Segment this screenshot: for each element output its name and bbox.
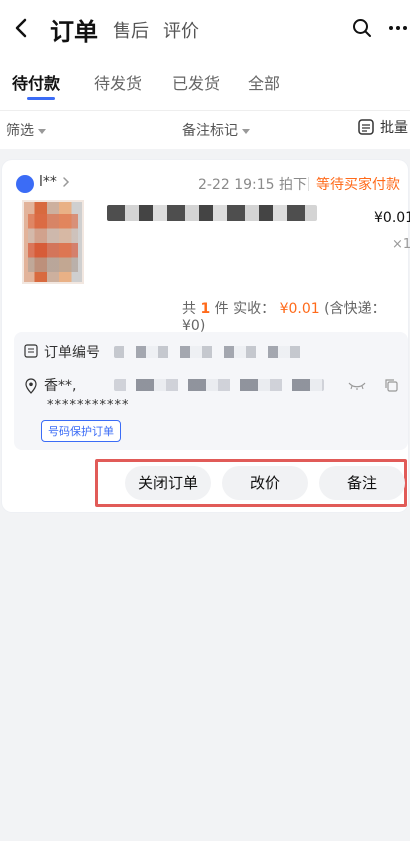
change-price-button[interactable]: 改价 — [222, 466, 308, 500]
product-price: ¥0.01 — [374, 210, 410, 226]
tab-pending-payment[interactable]: 待付款 — [12, 70, 60, 94]
active-tab-underline — [27, 97, 55, 100]
summary-mid: 件 实收： — [214, 301, 276, 317]
order-summary: 共 1 件 实收： ¥0.01 (含快递：¥0) — [182, 298, 408, 334]
copy-icon[interactable] — [384, 378, 398, 392]
filter-dropdown[interactable]: 筛选 — [6, 120, 46, 140]
page-title: 订单 — [50, 18, 98, 46]
tab-all[interactable]: 全部 — [248, 70, 280, 94]
filter-label: 筛选 — [6, 123, 34, 139]
order-number-label: 订单编号 — [44, 345, 100, 361]
tab-pending-shipment[interactable]: 待发货 — [94, 70, 142, 94]
masked-phone: *********** — [47, 398, 130, 413]
filter-bar: 筛选 备注标记 — [0, 110, 410, 149]
tab-reviews[interactable]: 评价 — [163, 17, 199, 43]
remark-flag-dropdown[interactable]: 备注标记 — [182, 120, 250, 140]
order-status-tabs: 待付款 待发货 已发货 全部 — [0, 60, 410, 110]
buyer-name[interactable]: l** — [39, 174, 57, 190]
number-protection-badge: 号码保护订单 — [41, 420, 121, 442]
order-time: 2-22 19:15 拍下 — [198, 177, 308, 193]
batch-button[interactable]: 批量 — [380, 117, 408, 137]
summary-count: 1 — [200, 301, 211, 317]
product-quantity: ×1 — [392, 237, 410, 252]
chevron-down-icon — [38, 128, 46, 134]
summary-prefix: 共 — [182, 301, 196, 317]
order-info-box: 订单编号 香**, *********** 号码保护订单 — [14, 332, 408, 450]
order-status: 等待买家付款 — [316, 177, 400, 193]
buyer-avatar-icon — [16, 175, 34, 193]
search-icon[interactable] — [350, 16, 374, 40]
product-thumbnail[interactable] — [22, 200, 84, 284]
order-number-redacted — [114, 346, 304, 358]
chevron-down-icon — [242, 128, 250, 134]
document-icon — [24, 344, 38, 358]
more-menu-icon[interactable] — [386, 16, 410, 40]
tab-shipped[interactable]: 已发货 — [172, 70, 220, 94]
batch-icon[interactable] — [358, 119, 374, 135]
address-redacted — [114, 379, 324, 391]
location-pin-icon — [25, 378, 37, 394]
recipient-name: 香**, — [44, 378, 77, 394]
chevron-right-icon — [63, 177, 70, 187]
remark-flag-label: 备注标记 — [182, 123, 238, 139]
close-order-button[interactable]: 关闭订单 — [125, 466, 211, 500]
top-bar: 订单 售后 评价 — [0, 0, 410, 60]
status-divider — [308, 177, 309, 191]
product-title-redacted — [107, 205, 317, 221]
summary-amount: ¥0.01 — [279, 301, 320, 317]
back-arrow-icon[interactable] — [10, 14, 34, 42]
tab-after-sales[interactable]: 售后 — [113, 17, 149, 43]
eye-closed-icon[interactable] — [348, 381, 366, 391]
remark-button[interactable]: 备注 — [319, 466, 405, 500]
